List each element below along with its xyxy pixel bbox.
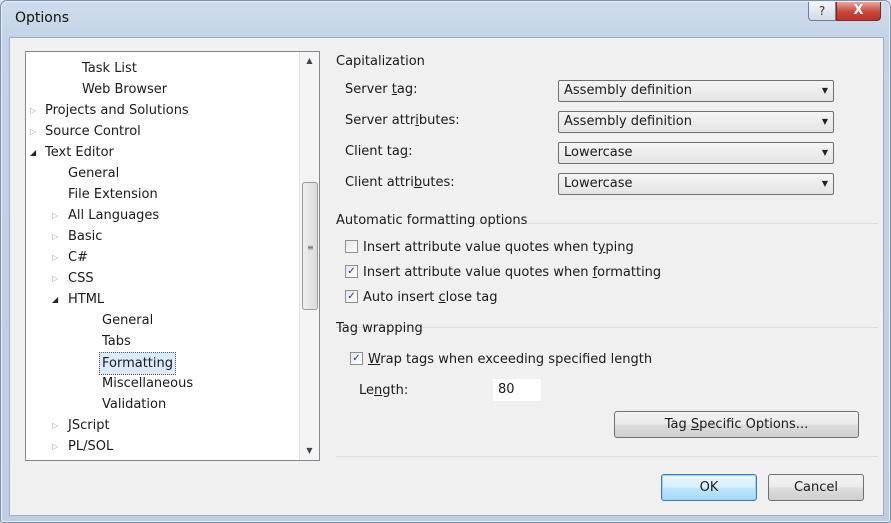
checkbox-box[interactable]: ✓ — [345, 290, 358, 303]
title-bar[interactable]: Options ? X — [1, 1, 890, 37]
collapsed-icon[interactable]: ▷ — [52, 415, 58, 436]
checkbox-box[interactable]: ✓ — [350, 352, 363, 365]
tree-item-label: File Extension — [68, 187, 158, 202]
dropdown-value: Lowercase — [564, 145, 633, 160]
tree-item-label: Projects and Solutions — [45, 103, 189, 118]
expanded-icon[interactable]: ◢ — [30, 142, 36, 163]
separator — [336, 456, 878, 457]
capitalization-dropdown[interactable]: Lowercase ▼ — [558, 142, 834, 164]
tree-item-label: Task List — [82, 61, 137, 76]
tree-item-label: Validation — [102, 397, 167, 412]
checkbox-label: Auto insert close tag — [363, 290, 498, 305]
checkbox-box[interactable] — [345, 240, 358, 253]
tree-item[interactable]: ▷ JScript — [26, 415, 296, 436]
scroll-down-icon[interactable]: ▼ — [300, 442, 319, 459]
capitalization-label: Server attributes: — [345, 113, 460, 128]
chevron-down-icon: ▼ — [821, 117, 828, 126]
collapsed-icon[interactable]: ▷ — [30, 100, 36, 121]
help-icon: ? — [818, 4, 826, 18]
tree-item-label: General — [68, 166, 120, 181]
tree-item[interactable]: ▷ Source Control — [26, 121, 296, 142]
expanded-icon[interactable]: ◢ — [52, 289, 58, 310]
tree-item[interactable]: ◢ HTML — [26, 289, 296, 310]
wrap-tags-label: Wrap tags when exceeding specified lengt… — [368, 352, 653, 367]
collapsed-icon[interactable]: ▷ — [30, 121, 36, 142]
capitalization-dropdown[interactable]: Assembly definition ▼ — [558, 80, 834, 102]
capitalization-label: Server tag: — [345, 82, 418, 97]
close-button[interactable]: X — [836, 2, 881, 21]
tag-specific-options-button[interactable]: Tag Specific Options... — [614, 411, 859, 438]
ok-button[interactable]: OK — [661, 474, 757, 501]
checkbox-label: Insert attribute value quotes when forma… — [363, 265, 662, 280]
tree-item-label: Miscellaneous — [102, 376, 194, 391]
grip-icon: ≡ — [307, 243, 314, 252]
scroll-up-icon[interactable]: ▲ — [300, 52, 319, 69]
tree-item-label: CSS — [68, 271, 94, 286]
tree-item[interactable]: Task List — [26, 58, 296, 79]
tree-item[interactable]: File Extension — [26, 184, 296, 205]
tree-item-label: All Languages — [68, 208, 160, 223]
length-input[interactable]: 80 — [493, 379, 541, 401]
tree-item-label: Source Control — [45, 124, 141, 139]
dropdown-value: Lowercase — [564, 176, 633, 191]
tree-item[interactable]: ◢ Text Editor — [26, 142, 296, 163]
collapsed-icon[interactable]: ▷ — [52, 226, 58, 247]
capitalization-dropdown[interactable]: Assembly definition ▼ — [558, 111, 834, 133]
tree-item-label: Basic — [68, 229, 103, 244]
tree-item-label: Text Editor — [45, 145, 114, 160]
tree-item[interactable]: Miscellaneous — [26, 373, 296, 394]
length-label: Length: — [359, 383, 409, 398]
auto-format-heading: Automatic formatting options — [336, 213, 528, 228]
tree-item-label: PL/SOL — [68, 439, 114, 454]
capitalization-dropdown[interactable]: Lowercase ▼ — [558, 173, 834, 195]
tree-item[interactable]: ▷ CSS — [26, 268, 296, 289]
auto-format-checkbox[interactable]: ✓ Insert attribute value quotes when form… — [345, 264, 661, 282]
tree-item[interactable]: ▷ C# — [26, 247, 296, 268]
tree-item[interactable]: ▷ Basic — [26, 226, 296, 247]
tree-item-label: General — [102, 313, 154, 328]
close-icon: X — [853, 3, 864, 18]
auto-format-checkbox[interactable]: Insert attribute value quotes when typin… — [345, 239, 634, 257]
tree-item[interactable]: Formatting — [26, 352, 296, 375]
tag-wrapping-heading: Tag wrapping — [336, 321, 423, 336]
tree-item-label: Formatting — [99, 352, 177, 375]
tree-item-label: HTML — [68, 292, 105, 307]
tree-scrollbar[interactable]: ▲ ≡ ▼ — [299, 52, 319, 460]
capitalization-label: Client tag: — [345, 144, 413, 159]
scroll-thumb[interactable]: ≡ — [302, 182, 318, 310]
tree-item[interactable]: Validation — [26, 394, 296, 415]
wrap-tags-checkbox[interactable]: ✓ Wrap tags when exceeding specified leng… — [350, 351, 652, 369]
tree-item-label: JScript — [68, 418, 110, 433]
help-button[interactable]: ? — [808, 2, 836, 21]
cancel-button[interactable]: Cancel — [768, 474, 864, 501]
tree-item-label: Web Browser — [82, 82, 168, 97]
collapsed-icon[interactable]: ▷ — [52, 205, 58, 226]
capitalization-heading: Capitalization — [336, 54, 425, 69]
tree-item[interactable]: Tabs — [26, 331, 296, 352]
auto-format-checkbox[interactable]: ✓ Auto insert close tag — [345, 289, 497, 307]
chevron-down-icon: ▼ — [821, 86, 828, 95]
collapsed-icon[interactable]: ▷ — [52, 436, 58, 457]
tree-item-label: C# — [68, 250, 88, 265]
dropdown-value: Assembly definition — [564, 114, 692, 129]
checkbox-label: Insert attribute value quotes when typin… — [363, 240, 634, 255]
tree-item[interactable]: ▷ Projects and Solutions — [26, 100, 296, 121]
options-window: Options ? X ▷ PL/SOL ▷ JScript Validation Mis… — [0, 0, 891, 523]
collapsed-icon[interactable]: ▷ — [52, 247, 58, 268]
window-title: Options — [15, 10, 70, 26]
tree-item[interactable]: General — [26, 163, 296, 184]
tree-item[interactable]: General — [26, 310, 296, 331]
checkbox-box[interactable]: ✓ — [345, 265, 358, 278]
dialog-client-area: ▷ PL/SOL ▷ JScript Validation Miscellaneous Fo… — [9, 37, 884, 516]
tree-item[interactable]: Web Browser — [26, 79, 296, 100]
options-tree[interactable]: ▷ PL/SOL ▷ JScript Validation Miscellaneous Fo… — [25, 51, 320, 461]
tree-item-label: Tabs — [102, 334, 131, 349]
chevron-down-icon: ▼ — [821, 148, 828, 157]
dropdown-value: Assembly definition — [564, 83, 692, 98]
collapsed-icon[interactable]: ▷ — [52, 268, 58, 289]
capitalization-label: Client attributes: — [345, 175, 455, 190]
chevron-down-icon: ▼ — [821, 179, 828, 188]
tree-item[interactable]: ▷ PL/SOL — [26, 436, 296, 457]
tree-item[interactable]: ▷ All Languages — [26, 205, 296, 226]
